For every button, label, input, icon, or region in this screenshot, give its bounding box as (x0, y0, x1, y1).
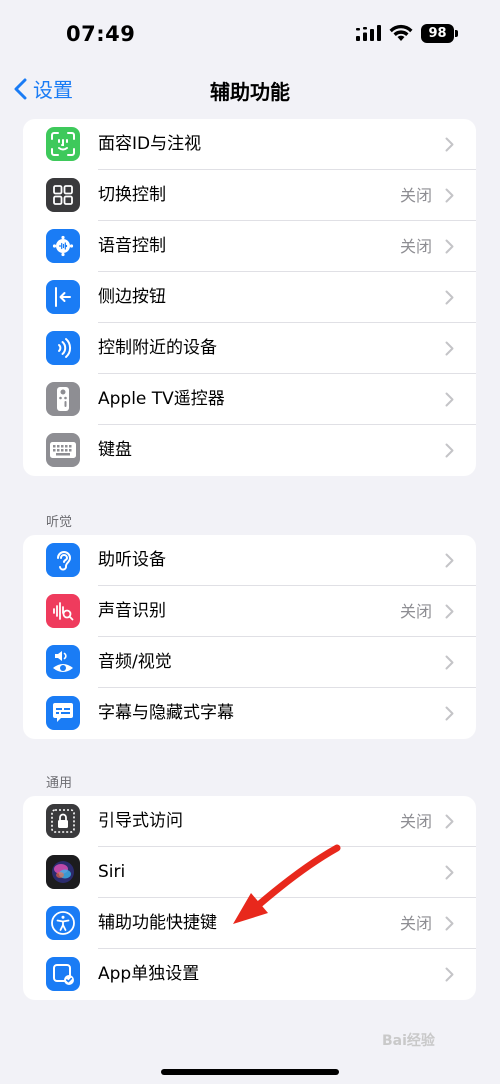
row-siri[interactable]: Siri (23, 847, 476, 898)
status-bar: 07:49 98 (0, 0, 500, 64)
chevron-right-icon (445, 443, 454, 458)
row-label: Siri (98, 862, 126, 882)
navigation-bar: 设置 辅助功能 (0, 64, 500, 112)
chevron-right-icon (445, 706, 454, 721)
apple-tv-remote-icon (46, 382, 80, 416)
row-label: 面容ID与注视 (98, 134, 202, 154)
row-guided-access[interactable]: 引导式访问 关闭 (23, 796, 476, 847)
row-per-app-settings[interactable]: App单独设置 (23, 949, 476, 1000)
chevron-right-icon (445, 916, 454, 931)
row-switch-control[interactable]: 切换控制 关闭 (23, 170, 476, 221)
face-id-icon (46, 127, 80, 161)
row-label: 切换控制 (98, 185, 166, 205)
row-label: 字幕与隐藏式字幕 (98, 703, 234, 723)
chevron-right-icon (445, 553, 454, 568)
row-label: Apple TV遥控器 (98, 389, 225, 409)
row-face-id[interactable]: 面容ID与注视 (23, 119, 476, 170)
chevron-right-icon (445, 137, 454, 152)
home-indicator[interactable] (161, 1069, 339, 1075)
row-keyboard[interactable]: 键盘 (23, 425, 476, 476)
page-title: 辅助功能 (210, 80, 290, 104)
per-app-settings-icon (46, 957, 80, 991)
cellular-signal-icon (356, 25, 381, 41)
row-label: 助听设备 (98, 550, 166, 570)
row-subtitles[interactable]: 字幕与隐藏式字幕 (23, 688, 476, 739)
row-label: 控制附近的设备 (98, 338, 217, 358)
row-label: 语音控制 (98, 236, 166, 256)
row-nearby-devices[interactable]: 控制附近的设备 (23, 323, 476, 374)
row-side-button[interactable]: 侧边按钮 (23, 272, 476, 323)
section-header-hearing: 听觉 (46, 515, 73, 530)
row-label: 键盘 (98, 440, 132, 460)
row-value: 关闭 (399, 186, 432, 205)
section-header-general: 通用 (46, 776, 73, 791)
accessibility-shortcut-icon (46, 906, 80, 940)
chevron-right-icon (445, 604, 454, 619)
siri-icon (46, 855, 80, 889)
voice-control-icon (46, 229, 80, 263)
battery-icon (455, 30, 458, 37)
watermark-logo: Bai经验 (382, 1033, 435, 1049)
row-voice-control[interactable]: 语音控制 关闭 (23, 221, 476, 272)
row-audio-visual[interactable]: 音频/视觉 (23, 637, 476, 688)
row-accessibility-shortcut[interactable]: 辅助功能快捷键 关闭 (23, 898, 476, 949)
row-value: 关闭 (399, 812, 432, 831)
subtitles-icon (46, 696, 80, 730)
chevron-right-icon (445, 239, 454, 254)
row-value: 关闭 (399, 602, 432, 621)
row-apple-tv-remote[interactable]: Apple TV遥控器 (23, 374, 476, 425)
switch-control-icon (46, 178, 80, 212)
row-label: 辅助功能快捷键 (98, 913, 217, 933)
row-label: 侧边按钮 (98, 287, 166, 307)
row-label: 音频/视觉 (98, 652, 172, 672)
chevron-right-icon (445, 290, 454, 305)
row-value: 关闭 (399, 914, 432, 933)
chevron-right-icon (445, 655, 454, 670)
row-label: 声音识别 (98, 601, 166, 621)
chevron-right-icon (445, 814, 454, 829)
wifi-icon (389, 24, 413, 41)
row-sound-recognition[interactable]: 声音识别 关闭 (23, 586, 476, 637)
chevron-right-icon (445, 865, 454, 880)
hearing-devices-icon (46, 543, 80, 577)
status-time: 07:49 (66, 22, 136, 46)
chevron-right-icon (445, 392, 454, 407)
guided-access-icon (46, 804, 80, 838)
sound-recognition-icon (46, 594, 80, 628)
general-group: 引导式访问 关闭 Siri 辅助功能快捷键 关闭 App单独设置 (23, 796, 476, 1000)
nearby-devices-icon (46, 331, 80, 365)
row-hearing-devices[interactable]: 助听设备 (23, 535, 476, 586)
audio-visual-icon (46, 645, 80, 679)
chevron-right-icon (445, 341, 454, 356)
keyboard-icon (46, 433, 80, 467)
hearing-group: 助听设备 声音识别 关闭 音频/视觉 字幕与隐藏式字幕 (23, 535, 476, 739)
row-label: App单独设置 (98, 964, 200, 984)
chevron-right-icon (445, 967, 454, 982)
row-label: 引导式访问 (98, 811, 183, 831)
row-value: 关闭 (399, 237, 432, 256)
chevron-right-icon (445, 188, 454, 203)
battery-level: 98 (421, 24, 454, 43)
side-button-icon (46, 280, 80, 314)
interaction-group: 面容ID与注视 切换控制 关闭 语音控制 关闭 侧边按钮 控制附近的设备 App… (23, 119, 476, 476)
